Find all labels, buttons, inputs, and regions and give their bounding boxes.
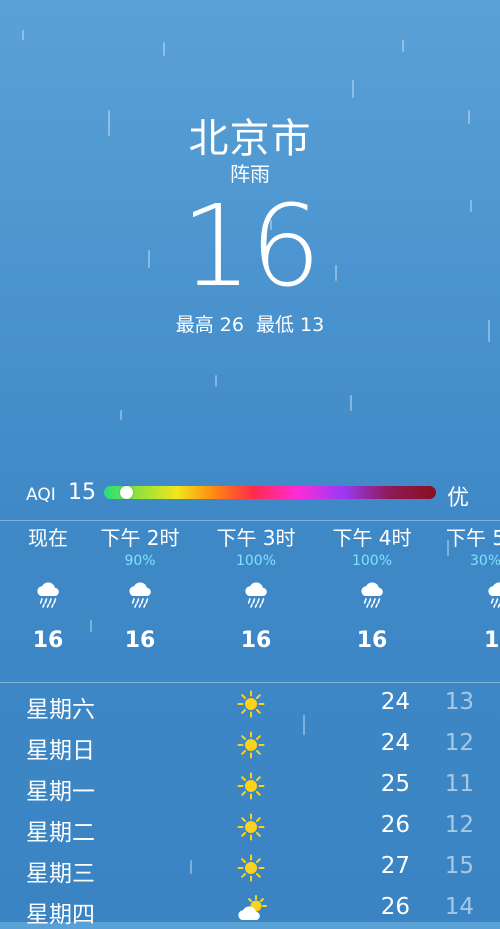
hour-temp: 16 <box>32 628 64 653</box>
sun-icon <box>236 771 266 801</box>
hour-temp: 16 <box>484 628 500 653</box>
hour-item: 现在 16 <box>0 524 96 653</box>
day-row: 星期三 27 15 <box>0 848 500 888</box>
hour-temp: 16 <box>240 628 272 653</box>
day-low: 13 <box>444 689 474 715</box>
hour-precip <box>0 552 96 570</box>
divider <box>0 520 500 521</box>
day-name: 星期日 <box>26 738 95 764</box>
hourly-forecast[interactable]: 现在 16 下午 2时 90% 16 下午 3时 100% 16 下午 4时 1… <box>0 524 500 684</box>
aqi-value: 15 <box>68 480 96 505</box>
sun-icon <box>236 689 266 719</box>
sun-icon <box>236 812 266 842</box>
rain-cloud-icon <box>322 570 422 620</box>
aqi-scale-bar <box>104 486 436 499</box>
day-name: 星期一 <box>26 779 95 805</box>
aqi-row[interactable]: AQI 15 优 <box>0 478 500 511</box>
day-low: 15 <box>444 853 474 879</box>
day-name: 星期二 <box>26 820 95 846</box>
aqi-label: AQI <box>26 485 56 505</box>
day-high: 24 <box>380 689 410 715</box>
sun-icon <box>236 730 266 760</box>
day-row: 星期日 24 12 <box>0 725 500 765</box>
day-low: 14 <box>444 894 474 920</box>
partly-cloudy-icon <box>236 894 267 924</box>
high-low: 最高 26 最低 13 <box>0 310 500 337</box>
day-high: 27 <box>380 853 410 879</box>
current-temperature: 16 <box>180 182 322 312</box>
hour-item: 下午 5 30% 16 <box>438 524 500 653</box>
hour-precip: 100% <box>351 553 393 569</box>
city-name: 北京市 <box>188 116 312 162</box>
divider <box>0 682 500 683</box>
rain-cloud-icon <box>90 570 190 620</box>
day-row: 星期二 26 12 <box>0 807 500 847</box>
hour-precip: 90% <box>124 553 156 569</box>
day-low: 11 <box>444 771 474 797</box>
hour-time: 下午 5 <box>446 526 500 550</box>
hour-time: 下午 2时 <box>100 526 180 550</box>
day-row: 星期六 24 13 <box>0 684 500 724</box>
day-high: 26 <box>380 812 410 838</box>
hour-time: 下午 4时 <box>332 526 412 550</box>
day-name: 星期六 <box>26 697 95 723</box>
day-low: 12 <box>444 812 474 838</box>
day-low: 12 <box>444 730 474 756</box>
rain-cloud-icon <box>0 570 96 620</box>
hour-item: 下午 2时 90% 16 <box>90 524 190 653</box>
hour-item: 下午 3时 100% 16 <box>206 524 306 653</box>
day-high: 26 <box>380 894 410 920</box>
day-name: 星期四 <box>26 902 95 928</box>
hour-time: 下午 3时 <box>216 526 296 550</box>
hour-temp: 16 <box>356 628 388 653</box>
day-row: 星期四 26 14 <box>0 889 500 929</box>
rain-cloud-icon <box>446 570 500 620</box>
day-high: 25 <box>380 771 410 797</box>
hour-temp: 16 <box>124 628 156 653</box>
rain-cloud-icon <box>206 570 306 620</box>
low-temp: 最低 13 <box>256 314 325 336</box>
day-row: 星期一 25 11 <box>0 766 500 806</box>
day-name: 星期三 <box>26 861 95 887</box>
high-temp: 最高 26 <box>175 314 244 336</box>
hour-time: 现在 <box>28 526 68 550</box>
hour-item: 下午 4时 100% 16 <box>322 524 422 653</box>
aqi-indicator <box>120 486 133 499</box>
hour-precip: 100% <box>235 553 277 569</box>
hour-precip: 30% <box>470 553 500 569</box>
day-high: 24 <box>380 730 410 756</box>
sun-icon <box>236 853 266 883</box>
aqi-level: 优 <box>447 486 470 511</box>
